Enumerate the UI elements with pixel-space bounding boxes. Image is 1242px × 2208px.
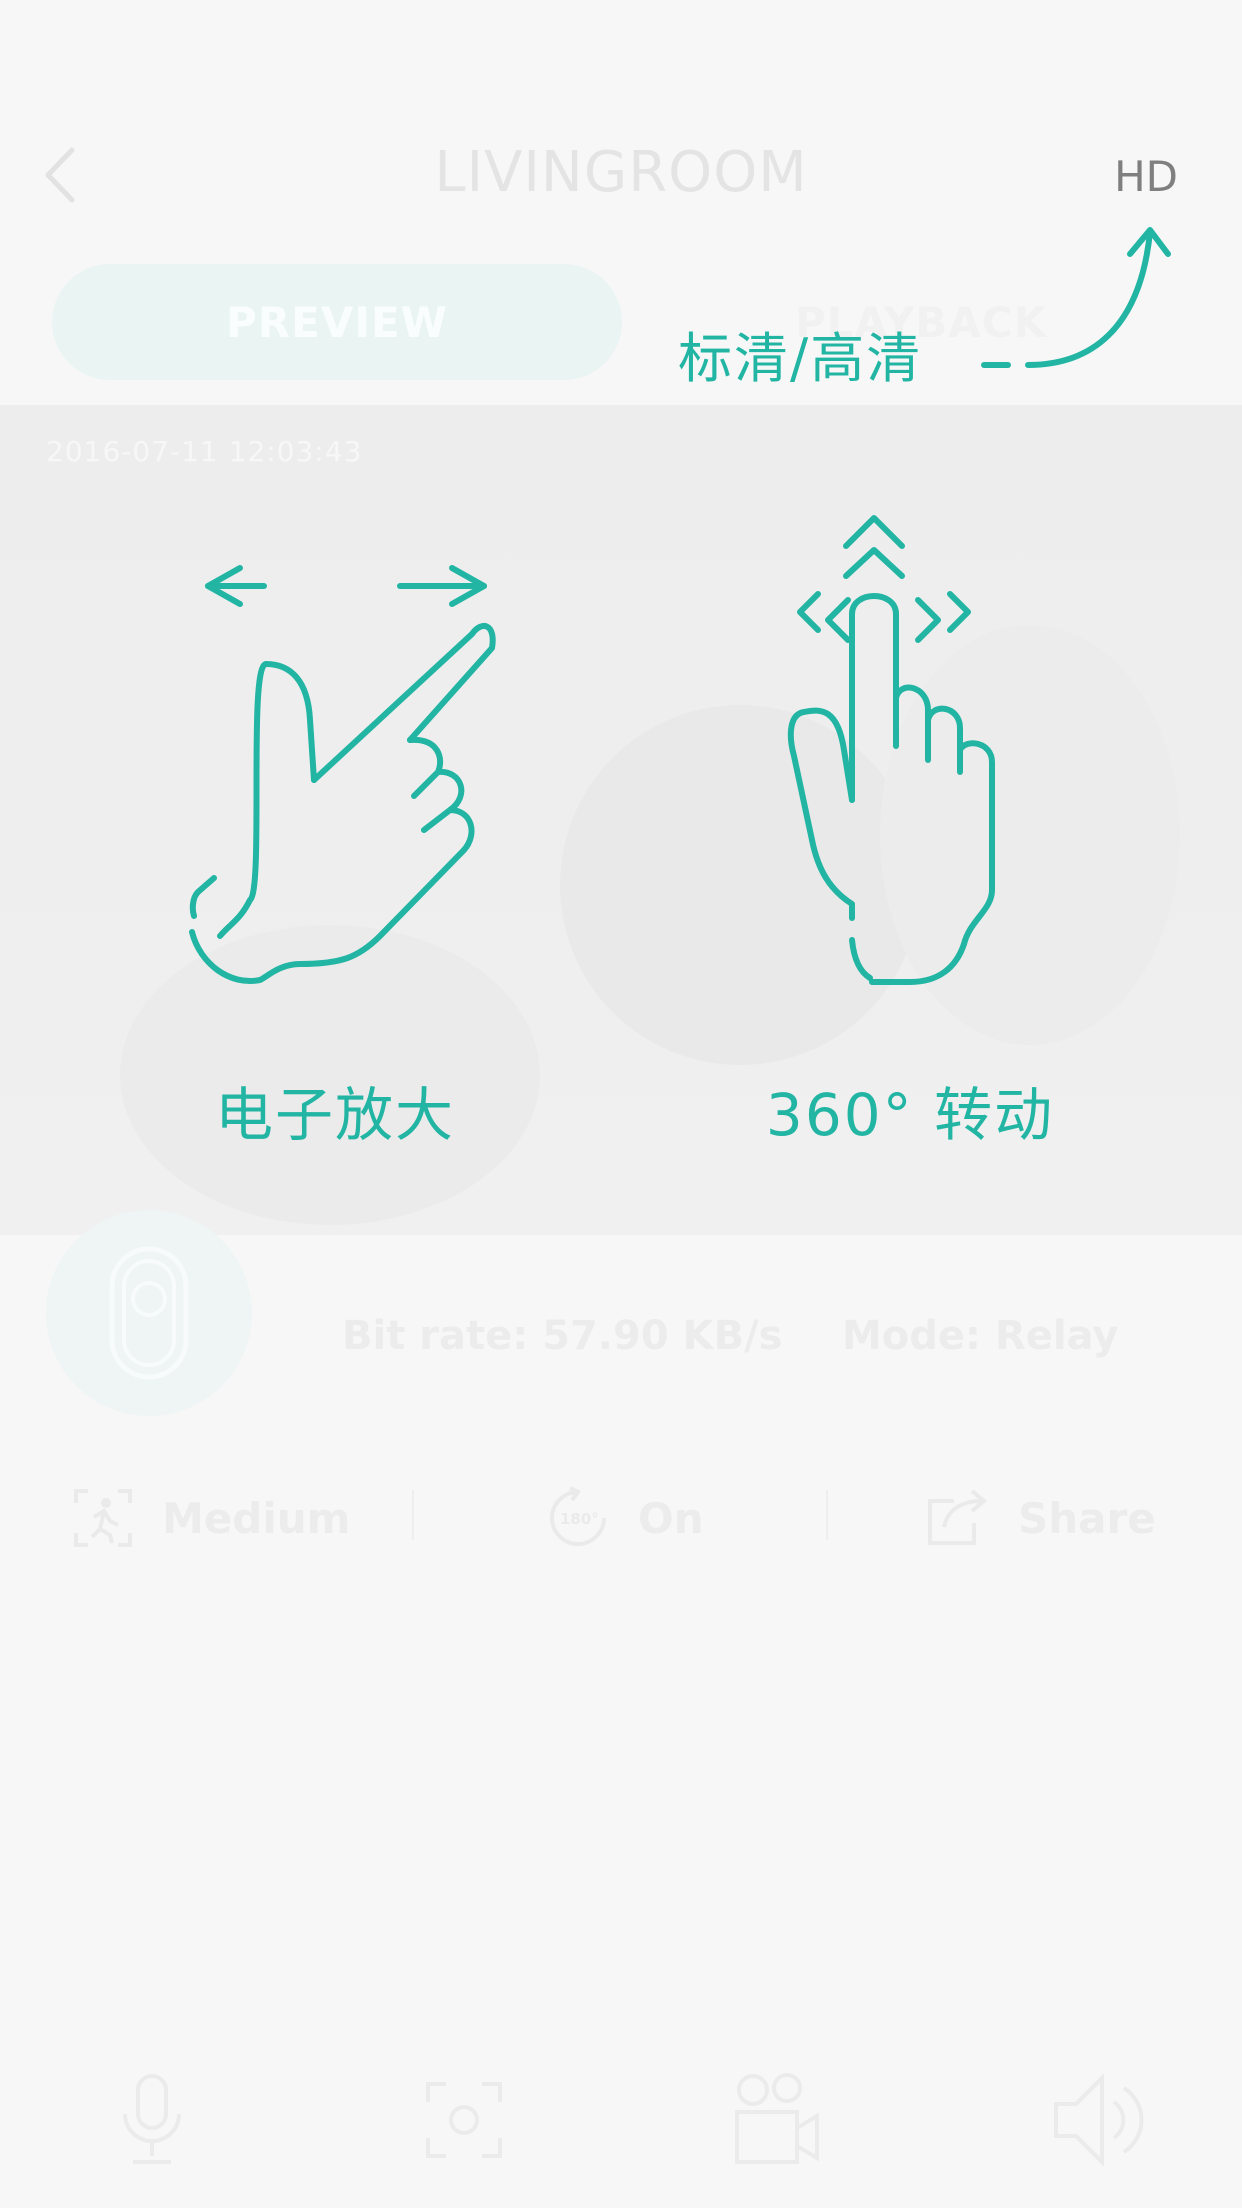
motion-sensitivity-label: Medium bbox=[162, 1493, 351, 1543]
camera-info-row: Bit rate: 57.90 KB/s Mode: Relay bbox=[0, 1210, 1242, 1416]
motion-detection-option[interactable]: Medium bbox=[72, 1478, 350, 1558]
connection-mode-text: Mode: Relay bbox=[842, 1313, 1119, 1359]
rotate-180-icon: 180° bbox=[550, 1486, 606, 1546]
quality-toggle-button[interactable]: HD bbox=[1114, 152, 1178, 201]
video-record-icon bbox=[735, 2073, 819, 2164]
snapshot-button[interactable] bbox=[404, 2060, 524, 2180]
divider bbox=[826, 1490, 828, 1540]
swipe-rotate-gesture-icon bbox=[787, 515, 995, 985]
microphone-icon bbox=[123, 2074, 181, 2164]
svg-text:180°: 180° bbox=[560, 1510, 599, 1528]
share-option[interactable]: Share bbox=[924, 1478, 1156, 1558]
pinch-zoom-gesture-icon bbox=[189, 565, 496, 984]
page-title: LIVINGROOM bbox=[434, 140, 808, 205]
share-label: Share bbox=[1018, 1493, 1156, 1543]
tab-preview[interactable]: PREVIEW bbox=[52, 264, 622, 380]
curved-arrow-icon bbox=[981, 227, 1171, 368]
zoom-hint-label: 电子放大 bbox=[214, 1081, 455, 1149]
options-row: Medium 180° On Share bbox=[0, 1478, 1242, 1558]
speaker-icon bbox=[1054, 2073, 1144, 2167]
microphone-button[interactable] bbox=[92, 2060, 212, 2180]
divider bbox=[412, 1490, 414, 1540]
bottom-toolbar bbox=[0, 2060, 1242, 2180]
hd-toggle-hint: 标清/高清 bbox=[678, 327, 923, 390]
speaker-button[interactable] bbox=[1040, 2060, 1160, 2180]
motion-detection-icon bbox=[74, 1489, 132, 1547]
video-timestamp: 2016-07-11 12:03:43 bbox=[46, 435, 363, 468]
snapshot-icon bbox=[426, 2082, 502, 2158]
camera-device-icon bbox=[109, 1246, 189, 1380]
rotate-state-label: On bbox=[638, 1493, 704, 1543]
bitrate-text: Bit rate: 57.90 KB/s bbox=[342, 1313, 783, 1359]
camera-avatar bbox=[46, 1210, 252, 1416]
rotate-180-option[interactable]: 180° On bbox=[546, 1478, 704, 1558]
record-button[interactable] bbox=[716, 2060, 836, 2180]
share-icon bbox=[928, 1489, 988, 1545]
rotate-hint-label: 360° 转动 bbox=[765, 1081, 1055, 1149]
